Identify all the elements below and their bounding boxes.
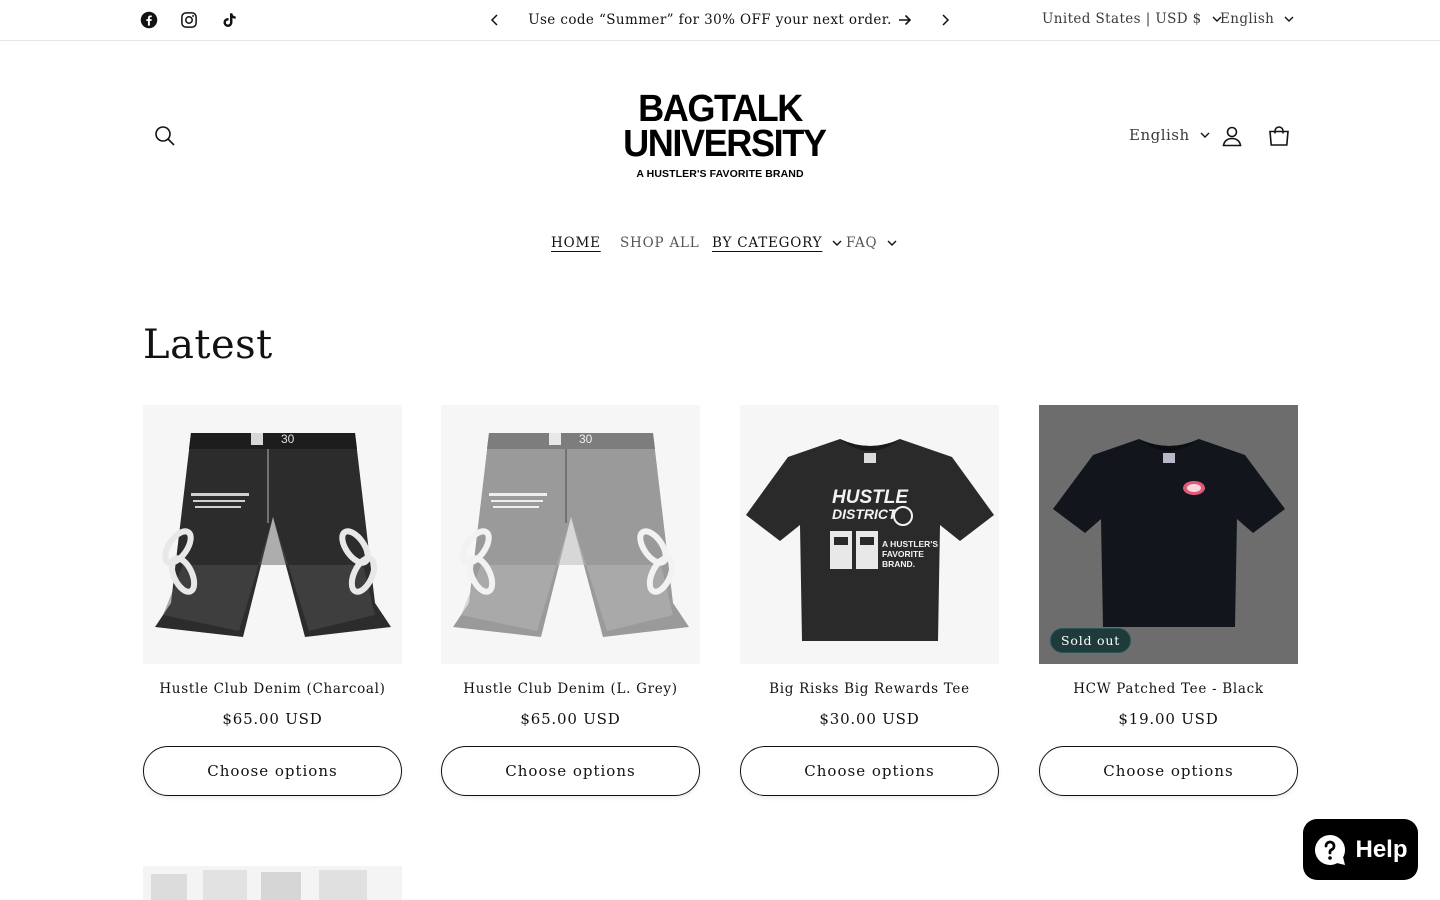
chevron-down-icon <box>1284 16 1294 22</box>
tee-print-line-2: DISTRICT <box>832 506 898 522</box>
nav-faq[interactable]: FAQ <box>846 235 897 251</box>
product-card: 30 Hustle Club Denim (L. Grey) $65.00 US… <box>441 405 700 796</box>
chevron-down-icon <box>832 240 842 246</box>
denim-shorts-charcoal-image: 30 <box>155 432 391 637</box>
cart-icon <box>1269 126 1289 146</box>
logo-tagline: A HUSTLER'S FAVORITE BRAND <box>636 168 804 180</box>
instagram-icon[interactable] <box>179 10 199 30</box>
nav-home[interactable]: HOME <box>551 235 601 251</box>
nav-by-category[interactable]: BY CATEGORY <box>712 235 842 251</box>
choose-options-button[interactable]: Choose options <box>740 746 999 796</box>
product-title[interactable]: Hustle Club Denim (Charcoal) <box>143 681 402 697</box>
tee-print-line-5: BRAND. <box>882 559 915 569</box>
product-image-link[interactable]: 30 <box>441 405 700 664</box>
previous-announcement-button[interactable] <box>485 10 505 30</box>
hcw-patched-tee-image <box>1053 439 1285 627</box>
product-price: $65.00 USD <box>520 710 621 728</box>
account-button[interactable] <box>1217 121 1247 151</box>
product-card: 30 Hustle Club Denim (Charcoal) $65.00 U… <box>143 405 402 796</box>
nav-home-label: HOME <box>551 235 601 251</box>
chevron-left-icon <box>490 14 498 26</box>
tee-print-line-1: HUSTLE <box>832 487 909 508</box>
help-chat-button[interactable]: Help <box>1303 819 1418 880</box>
product-card: Sold out HCW Patched Tee - Black $19.00 … <box>1039 405 1298 796</box>
sold-out-badge: Sold out <box>1050 628 1132 653</box>
language-selector-top-label: English <box>1220 11 1275 27</box>
nav-by-category-label: BY CATEGORY <box>712 235 823 251</box>
language-selector-header-label: English <box>1129 126 1190 144</box>
product-image-link[interactable]: 30 <box>143 405 402 664</box>
question-chat-icon <box>1315 834 1346 865</box>
country-selector-label: United States | USD $ <box>1042 11 1202 27</box>
tiktok-icon[interactable] <box>219 10 239 30</box>
announcement-link[interactable]: Use code “Summer” for 30% OFF your next … <box>520 10 920 30</box>
brand-logo[interactable]: BAGTALK UNIVERSITY A HUSTLER'S FAVORITE … <box>618 88 827 184</box>
hustle-district-tee-image: HUSTLE DISTRICT A HUSTLER'S FAVORITE BRA… <box>746 439 994 641</box>
announcement-bar: Use code “Summer” for 30% OFF your next … <box>0 0 1440 41</box>
product-card: HUSTLE DISTRICT A HUSTLER'S FAVORITE BRA… <box>740 405 999 796</box>
tee-print-line-4: FAVORITE <box>882 549 924 559</box>
user-icon <box>1222 126 1242 147</box>
product-price: $19.00 USD <box>1118 710 1219 728</box>
choose-options-button[interactable]: Choose options <box>1039 746 1298 796</box>
size-tag: 30 <box>579 432 593 446</box>
next-product-image[interactable] <box>143 866 402 900</box>
nav-faq-label: FAQ <box>846 235 878 251</box>
logo-line-1: BAGTALK <box>638 88 803 130</box>
help-label: Help <box>1355 835 1408 863</box>
tee-print-line-3: A HUSTLER'S <box>882 539 938 549</box>
next-announcement-button[interactable] <box>935 10 955 30</box>
language-selector-header[interactable]: English <box>1129 126 1210 144</box>
nav-shop-all-label: SHOP ALL <box>620 235 700 251</box>
product-price: $65.00 USD <box>222 710 323 728</box>
product-title[interactable]: Hustle Club Denim (L. Grey) <box>441 681 700 697</box>
facebook-icon[interactable] <box>139 10 159 30</box>
product-image-link[interactable]: HUSTLE DISTRICT A HUSTLER'S FAVORITE BRA… <box>740 405 999 664</box>
arrow-right-icon <box>898 14 911 26</box>
announcement-text: Use code “Summer” for 30% OFF your next … <box>528 12 892 28</box>
logo-line-2: UNIVERSITY <box>623 123 827 165</box>
chevron-down-icon <box>887 240 897 246</box>
nav-shop-all[interactable]: SHOP ALL <box>620 235 700 251</box>
language-selector-top[interactable]: English <box>1220 11 1294 27</box>
product-image-link[interactable]: Sold out <box>1039 405 1298 664</box>
next-product-thumbnail <box>143 866 402 900</box>
chevron-down-icon <box>1200 132 1210 138</box>
chevron-right-icon <box>942 14 950 26</box>
search-icon <box>155 126 175 146</box>
product-price: $30.00 USD <box>819 710 920 728</box>
choose-options-button[interactable]: Choose options <box>143 746 402 796</box>
main-navigation: HOME SHOP ALL BY CATEGORY FAQ <box>0 235 1440 257</box>
cart-button[interactable] <box>1264 121 1294 151</box>
product-title[interactable]: Big Risks Big Rewards Tee <box>740 681 999 697</box>
product-title[interactable]: HCW Patched Tee - Black <box>1039 681 1298 697</box>
search-button[interactable] <box>150 121 180 151</box>
choose-options-button[interactable]: Choose options <box>441 746 700 796</box>
denim-shorts-light-grey-image: 30 <box>453 432 689 637</box>
section-title: Latest <box>143 322 273 368</box>
size-tag: 30 <box>281 432 295 446</box>
country-selector[interactable]: United States | USD $ <box>1042 11 1222 27</box>
